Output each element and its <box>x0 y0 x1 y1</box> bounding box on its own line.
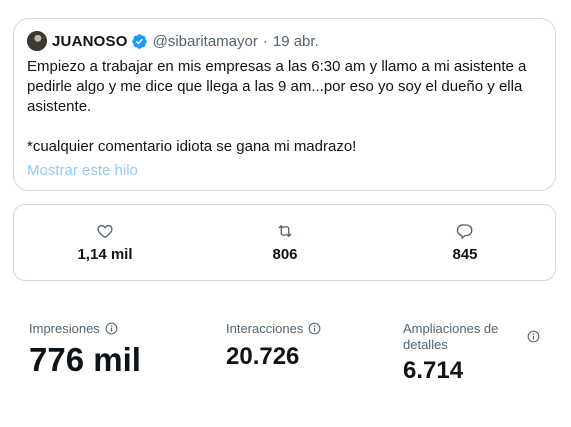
info-icon[interactable] <box>308 322 321 335</box>
retweet-icon <box>278 225 292 237</box>
author-name[interactable]: JUANOSO <box>52 33 128 50</box>
tweet-header: JUANOSO @sibaritamayor · 19 abr. <box>27 30 542 52</box>
engagements-stat: Interacciones 20.726 <box>226 321 321 371</box>
impressions-value: 776 mil <box>29 341 141 378</box>
likes-count: 1,14 mil <box>77 246 133 263</box>
engagements-label: Interacciones <box>226 321 304 336</box>
info-icon[interactable] <box>105 322 118 335</box>
tweet-text: Empiezo a trabajar en mis empresas a las… <box>27 58 527 155</box>
likes-metric[interactable]: 1,14 mil <box>45 205 165 280</box>
info-icon[interactable] <box>527 330 540 343</box>
impressions-stat: Impresiones 776 mil <box>29 321 141 379</box>
replies-count: 845 <box>452 246 478 263</box>
engagement-metrics-card: 1,14 mil 806 845 <box>13 204 556 281</box>
heart-icon <box>97 224 113 239</box>
avatar[interactable] <box>27 31 47 51</box>
verified-badge-icon <box>131 33 147 49</box>
reply-icon <box>456 224 473 239</box>
detail-expands-stat: Ampliaciones de detalles 6.714 <box>403 321 543 385</box>
quoted-tweet-card[interactable]: JUANOSO @sibaritamayor · 19 abr. Empiezo… <box>13 18 556 191</box>
detail-expands-value: 6.714 <box>403 357 464 384</box>
retweets-metric[interactable]: 806 <box>225 205 345 280</box>
replies-metric[interactable]: 845 <box>405 205 525 280</box>
impressions-label-row: Impresiones <box>29 321 141 337</box>
separator-dot: · <box>262 32 268 50</box>
detail-expands-label-row: Ampliaciones de detalles <box>403 321 543 353</box>
engagements-label-row: Interacciones <box>226 321 321 337</box>
impressions-label: Impresiones <box>29 321 100 336</box>
tweet-date[interactable]: 19 abr. <box>273 33 319 50</box>
show-thread-link[interactable]: Mostrar este hilo <box>27 162 138 179</box>
retweets-count: 806 <box>272 246 298 263</box>
engagements-value: 20.726 <box>226 343 300 370</box>
author-handle[interactable]: @sibaritamayor <box>153 33 258 50</box>
detail-expands-label: Ampliaciones de detalles <box>403 321 499 352</box>
